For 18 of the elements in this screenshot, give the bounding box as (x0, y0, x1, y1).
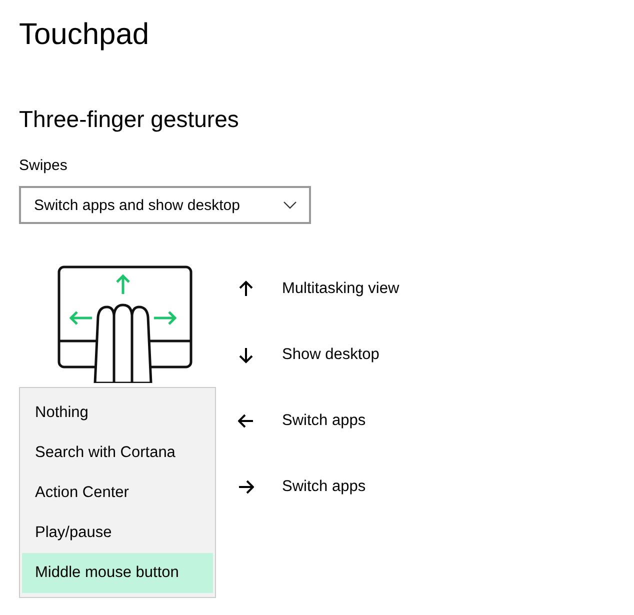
arrow-icon (238, 478, 254, 496)
menu-item[interactable]: Middle mouse button (22, 553, 213, 593)
section-heading: Three-finger gestures (19, 105, 239, 134)
gesture-action: Multitasking view (282, 280, 400, 298)
menu-item[interactable]: Play/pause (22, 513, 213, 553)
menu-item[interactable]: Action Center (22, 473, 213, 513)
menu-item[interactable]: Search with Cortana (22, 433, 213, 473)
arrow-icon (238, 280, 254, 298)
page-title: Touchpad (19, 17, 150, 53)
arrow-icon (238, 412, 254, 430)
gesture-action: Show desktop (282, 346, 380, 364)
menu-item[interactable]: Nothing (22, 393, 213, 433)
field-label: Swipes (19, 156, 68, 176)
chevron-icon (283, 201, 297, 209)
gesture-action: Switch apps (282, 478, 366, 496)
arrow-icon (238, 346, 254, 364)
swipes-dropdown[interactable]: Switch apps and show desktop (19, 186, 311, 224)
gesture-action: Switch apps (282, 412, 366, 430)
